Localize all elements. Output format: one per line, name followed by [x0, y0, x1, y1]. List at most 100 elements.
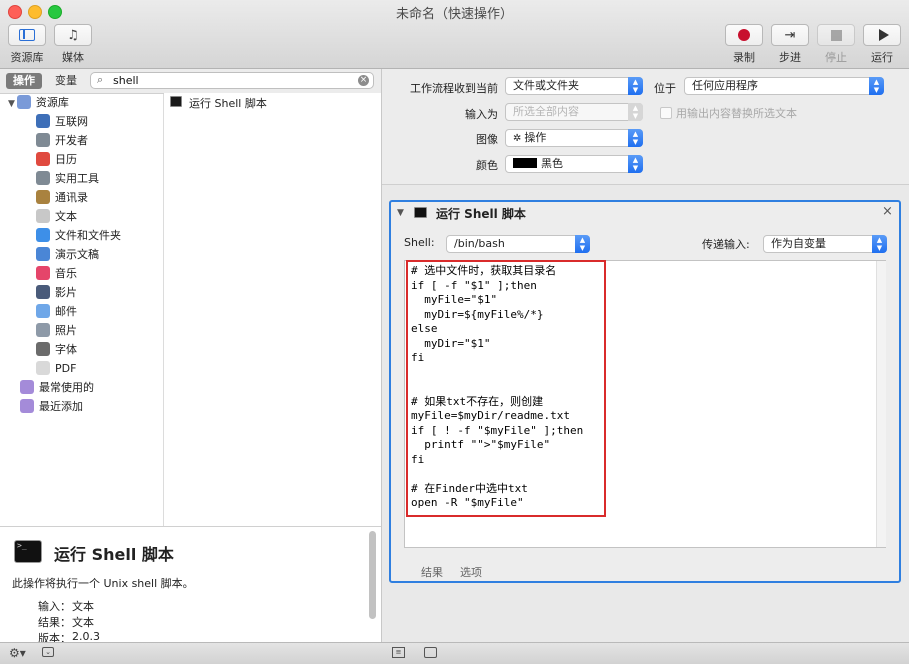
sidebar-item-14[interactable]: PDF [36, 359, 198, 378]
input-is-popup[interactable]: 所选全部内容 ▲ ▼ [505, 103, 643, 121]
action-title: 运行 Shell 脚本 [436, 207, 526, 221]
record-button[interactable] [725, 24, 763, 46]
sidebar-item-label: PDF [55, 362, 77, 375]
sidebar-item-label: 音乐 [55, 267, 77, 280]
application-popup[interactable]: 任何应用程序 ▲ ▼ [684, 77, 884, 95]
disclosure-triangle-icon[interactable]: ▼ [397, 208, 404, 218]
sidebar-item-8[interactable]: 演示文稿 [36, 245, 198, 264]
gear-icon: ✲ [513, 133, 522, 144]
tab-variables[interactable]: 变量 [48, 73, 84, 89]
sidebar-item-3[interactable]: 日历 [36, 150, 198, 169]
movie-icon [36, 285, 50, 299]
log-list-icon[interactable]: ≡ [392, 647, 405, 658]
sidebar-item-5[interactable]: 通讯录 [36, 188, 198, 207]
result-value: 文本 [72, 616, 94, 629]
workflow-settings: 工作流程收到当前 文件或文件夹 ▲ ▼ 位于 任何应用程序 ▲ ▼ 输入为 所选全部… [382, 69, 909, 185]
tab-results[interactable]: 结果 [421, 564, 443, 580]
chevron-updown-icon: ▲ ▼ [575, 235, 590, 253]
description-title: 运行 Shell 脚本 [54, 545, 174, 564]
sidebar-item-16[interactable]: 最近添加 [20, 397, 182, 416]
record-icon [738, 29, 750, 41]
gear-menu-icon[interactable]: ⚙▾ [9, 646, 26, 660]
sidebar-item-label: 日历 [55, 153, 77, 166]
editor-scrollbar[interactable] [876, 261, 886, 547]
sidebar-item-label: 文件和文件夹 [55, 229, 121, 242]
sidebar-item-label: 最常使用的 [39, 381, 94, 394]
library-filter-bar: 操作 变量 ⌕ shell × [0, 69, 381, 94]
finder-icon [36, 228, 50, 242]
run-button[interactable] [863, 24, 901, 46]
in-label: 位于 [654, 82, 676, 95]
sidebar-item-6[interactable]: 文本 [36, 207, 198, 226]
application-value: 任何应用程序 [692, 79, 758, 92]
sidebar-item-11[interactable]: 邮件 [36, 302, 198, 321]
input-is-value: 所选全部内容 [513, 105, 579, 118]
shell-popup[interactable]: /bin/bash ▲ ▼ [446, 235, 590, 253]
sidebar-item-label: 最近添加 [39, 400, 83, 413]
sidebar-item-label: 照片 [55, 324, 77, 337]
tab-options[interactable]: 选项 [460, 564, 482, 580]
media-label: 媒体 [62, 51, 84, 64]
show-description-icon[interactable]: ⌄ [42, 647, 54, 657]
mail-icon [36, 304, 50, 318]
photos-icon [36, 323, 50, 337]
result-item-label: 运行 Shell 脚本 [189, 97, 267, 110]
step-icon: ⇥ [784, 27, 796, 43]
tab-actions[interactable]: 操作 [6, 73, 42, 89]
sidebar-item-label: 影片 [55, 286, 77, 299]
sidebar-item-0[interactable]: ▼ 资源库 [8, 93, 170, 112]
pdf-icon [36, 361, 50, 375]
disclosure-triangle-icon[interactable]: ▼ [8, 99, 15, 109]
smart-folder-icon [20, 399, 34, 413]
search-field[interactable]: ⌕ shell × [90, 72, 374, 89]
replace-checkbox[interactable] [660, 107, 672, 119]
sidebar-item-15[interactable]: 最常使用的 [20, 378, 182, 397]
description-scrollbar[interactable] [369, 531, 376, 619]
stop-button[interactable] [817, 24, 855, 46]
highlight-annotation-box [406, 260, 606, 517]
sidebar-item-10[interactable]: 影片 [36, 283, 198, 302]
color-popup[interactable]: 黑色 ▲ ▼ [505, 155, 643, 173]
sidebar-item-2[interactable]: 开发者 [36, 131, 198, 150]
sidebar-item-4[interactable]: 实用工具 [36, 169, 198, 188]
receives-popup[interactable]: 文件或文件夹 ▲ ▼ [505, 77, 643, 95]
sidebar-item-13[interactable]: 字体 [36, 340, 198, 359]
color-label: 颜色 [476, 159, 498, 172]
result-list-item[interactable]: 运行 Shell 脚本 [164, 93, 381, 111]
play-icon [878, 29, 889, 41]
clear-search-icon[interactable]: × [358, 75, 369, 86]
search-input[interactable]: shell [113, 74, 139, 87]
sidebar-item-12[interactable]: 照片 [36, 321, 198, 340]
sidebar-icon [19, 29, 35, 41]
shell-value: /bin/bash [454, 237, 505, 250]
contacts-icon [36, 190, 50, 204]
receives-label: 工作流程收到当前 [410, 82, 498, 95]
chevron-updown-icon: ▲ ▼ [869, 77, 884, 95]
input-label: 输入： [38, 600, 71, 613]
sidebar-item-7[interactable]: 文件和文件夹 [36, 226, 198, 245]
variables-panel-icon[interactable] [424, 647, 437, 658]
bottom-bar: ⚙▾ ⌄ ≡ [0, 642, 909, 664]
input-value: 文本 [72, 600, 94, 613]
sidebar-item-label: 资源库 [35, 96, 69, 109]
pass-input-popup[interactable]: 作为自变量 ▲ ▼ [763, 235, 887, 253]
step-button[interactable]: ⇥ [771, 24, 809, 46]
terminal-icon: >_ [14, 540, 42, 563]
result-label: 结果： [38, 616, 71, 629]
media-button[interactable]: ♫ [54, 24, 92, 46]
globe-icon [36, 114, 50, 128]
image-popup[interactable]: ✲ 操作 ▲ ▼ [505, 129, 643, 147]
sidebar-item-9[interactable]: 音乐 [36, 264, 198, 283]
sidebar-item-label: 通讯录 [55, 191, 88, 204]
sidebar-item-1[interactable]: 互联网 [36, 112, 198, 131]
image-label: 图像 [476, 133, 498, 146]
sidebar-item-label: 互联网 [55, 115, 88, 128]
library-icon [16, 95, 31, 109]
library-toggle-button[interactable] [8, 24, 46, 46]
window-title: 未命名（快速操作） [395, 7, 513, 22]
pass-input-label: 传递输入: [702, 238, 750, 251]
media-icon: ♫ [67, 27, 79, 43]
shell-label: Shell: [404, 236, 435, 249]
search-icon: ⌕ [97, 73, 104, 86]
close-action-icon[interactable]: × [882, 204, 893, 219]
